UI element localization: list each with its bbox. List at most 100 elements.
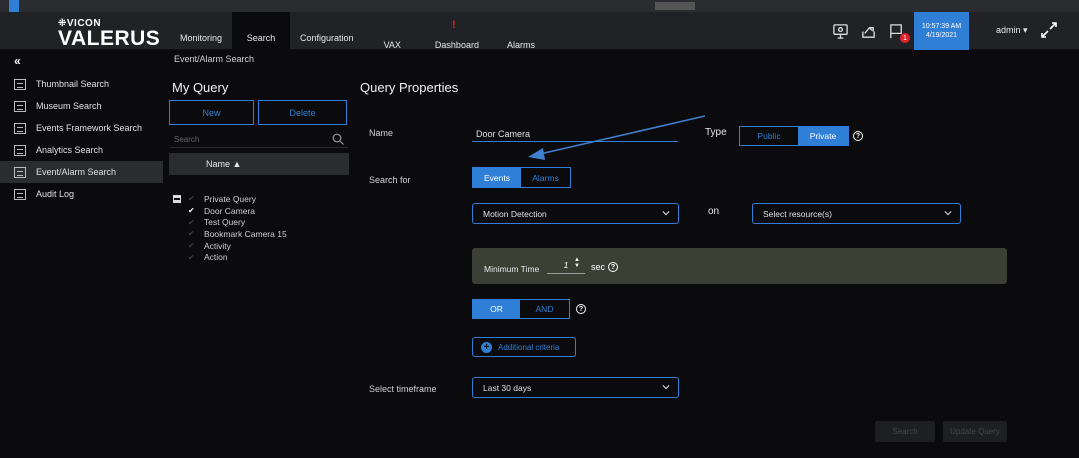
tab-monitoring[interactable]: Monitoring [170,12,232,50]
search-icon[interactable] [332,133,344,145]
fullscreen-icon[interactable] [1040,21,1058,39]
user-menu[interactable]: admin ▾ [996,25,1028,36]
name-label: Name [369,128,394,138]
breadcrumb: Event/Alarm Search [174,54,255,64]
sidebar: « Thumbnail Search Museum Search Events … [0,50,163,458]
tree-item[interactable]: ✔ Action [173,251,287,263]
events-framework-icon [14,122,26,134]
tree-group-label: Private Query [204,193,256,204]
tree-item[interactable]: ✔ Bookmark Camera 15 [173,228,287,240]
dashboard-alert-icon: ! [451,19,456,31]
minimum-time-unit: sec [591,262,606,272]
tree-item[interactable]: ✔ Door Camera [173,205,287,217]
tree-item[interactable]: ✔ Activity [173,240,287,252]
thumbnail-search-icon [14,78,26,90]
minimum-time-label: Minimum Time [484,264,540,274]
tab-search[interactable]: Search [232,12,291,50]
plus-icon: + [481,341,492,353]
type-public-button[interactable]: Public [740,127,798,145]
search-for-label: Search for [369,175,411,185]
check-icon: ✔ [188,217,195,227]
check-icon: ✔ [188,206,195,216]
flag-badge: 1 [900,33,910,43]
tab-monitoring-label: Monitoring [180,33,223,43]
chevron-down-icon [662,385,670,390]
check-icon: ✔ [188,252,195,262]
logic-help-icon[interactable]: ? [576,304,586,314]
timeframe-label: Select timeframe [369,384,437,394]
chevron-down-icon [944,211,952,216]
minimum-time-help-icon[interactable]: ? [608,262,618,272]
type-help-icon[interactable]: ? [853,131,863,141]
new-query-button[interactable]: New [169,100,254,125]
additional-criteria-button[interactable]: + Additional criteria [472,337,576,357]
tree-item[interactable]: ✔ Test Query [173,216,287,228]
events-button[interactable]: Events [473,168,521,187]
collapse-group-icon[interactable] [173,194,181,203]
sidebar-item-events-framework-search[interactable]: Events Framework Search [0,117,163,139]
sidebar-item-analytics-search[interactable]: Analytics Search [0,139,163,161]
top-strip [0,0,1079,12]
tab-dashboard-label: Dashboard [434,40,479,50]
additional-criteria-label: Additional criteria [498,342,560,352]
clock-time: 10:57:39 AM [921,23,962,30]
museum-search-icon [14,100,26,112]
tab-alarms[interactable]: Alarms [493,12,549,50]
tab-dashboard[interactable]: ! Dashboard [421,12,493,50]
search-button[interactable]: Search [875,421,935,442]
search-input[interactable]: Search [174,135,199,144]
tree-item-label: Test Query [204,217,246,228]
or-button[interactable]: OR [473,300,520,318]
sidebar-item-label: Analytics Search [36,145,104,155]
check-icon: ✔ [188,229,195,239]
sidebar-item-label: Museum Search [36,101,102,111]
tab-configuration-label: Configuration [300,33,354,43]
update-query-button[interactable]: Update Query [943,421,1007,442]
tree-item-label: Bookmark Camera 15 [204,228,287,239]
tab-vax-label: VAX [383,40,401,50]
tab-vax[interactable]: VAX [364,12,421,50]
sidebar-item-event-alarm-search[interactable]: Event/Alarm Search [0,161,163,183]
tab-configuration[interactable]: Configuration [290,12,364,50]
monitor-icon[interactable] [826,12,854,50]
tree-group-private[interactable]: ✔ Private Query [173,193,287,205]
name-column-header[interactable]: Name ▲ [169,153,349,175]
delete-query-button[interactable]: Delete [258,100,347,125]
clock-date: 4/19/2021 [925,32,958,39]
resource-placeholder: Select resource(s) [763,208,832,219]
sidebar-items: Thumbnail Search Museum Search Events Fr… [0,73,163,205]
flag-icon[interactable]: 1 [882,12,910,50]
resource-dropdown[interactable]: Select resource(s) [752,203,961,224]
sidebar-item-label: Event/Alarm Search [36,167,117,177]
event-type-dropdown[interactable]: Motion Detection [472,203,679,224]
tree-item-label: Action [204,252,228,263]
logo: ⁜VICON VALERUS [58,18,160,49]
sidebar-item-audit-log[interactable]: Audit Log [0,183,163,205]
sidebar-item-museum-search[interactable]: Museum Search [0,95,163,117]
window-indicator [9,0,19,12]
check-icon: ✔ [188,194,195,204]
time-stepper-icon[interactable]: ▲ ▼ [574,257,580,269]
collapse-icon[interactable]: « [14,54,21,68]
share-icon[interactable] [854,12,882,50]
tab-alarms-label: Alarms [506,40,535,50]
type-toggle: Public Private [739,126,849,146]
query-search[interactable]: Search [170,132,348,148]
sidebar-item-thumbnail-search[interactable]: Thumbnail Search [0,73,163,95]
tab-search-label: Search [246,33,276,43]
event-alarm-search-icon [14,166,26,178]
query-properties-title: Query Properties [360,80,459,95]
event-type-value: Motion Detection [483,208,547,219]
query-name-field[interactable]: Door Camera [472,126,678,142]
timeframe-dropdown[interactable]: Last 30 days [472,377,679,398]
chevron-down-icon [662,211,670,216]
query-tree: ✔ Private Query ✔ Door Camera ✔ Test Query … [173,193,287,263]
type-private-button[interactable]: Private [798,127,848,145]
and-button[interactable]: AND [520,300,569,318]
sidebar-item-label: Thumbnail Search [36,79,110,89]
alarms-button[interactable]: Alarms [521,168,570,187]
my-query-title: My Query [172,80,229,95]
app-header: ⁜VICON VALERUS Monitoring Search Configu… [0,12,1079,50]
window-handle [655,2,695,10]
query-buttons: New Delete [169,100,347,125]
